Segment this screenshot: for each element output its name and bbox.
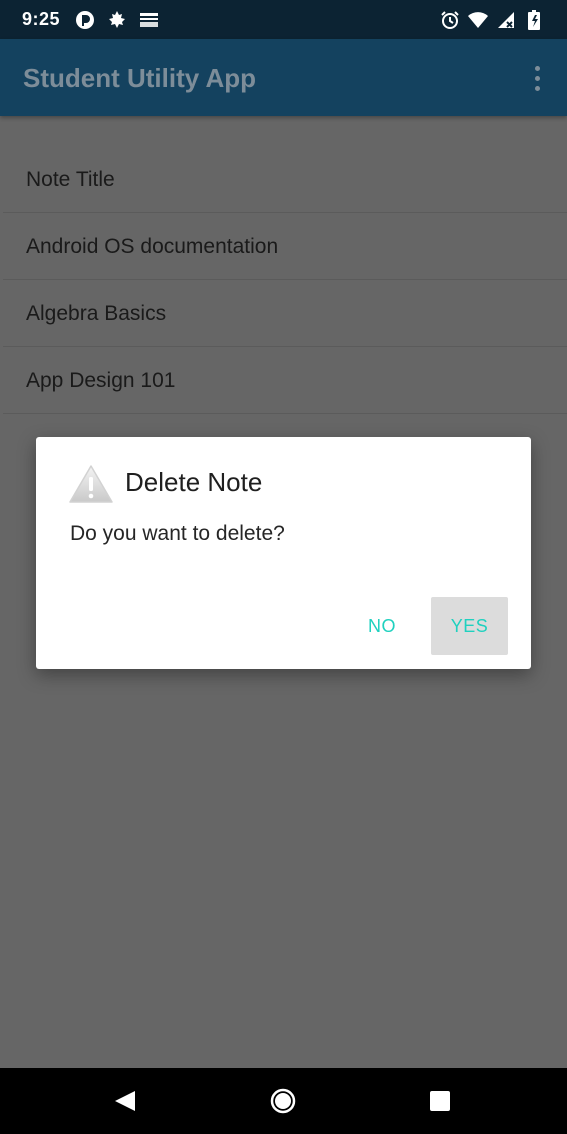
- status-bar: 9:25: [0, 0, 567, 39]
- battery-icon: [523, 9, 545, 31]
- note-title: Algebra Basics: [26, 302, 167, 325]
- note-list-item[interactable]: App Design 101: [3, 347, 567, 414]
- note-title: Android OS documentation: [26, 235, 279, 258]
- note-list: Note Title Android OS documentation Alge…: [0, 146, 567, 414]
- amazon-icon: [138, 9, 160, 31]
- dialog-title: Delete Note: [125, 467, 263, 497]
- wifi-icon: [467, 9, 489, 31]
- system-status-icons: [439, 9, 545, 31]
- recents-icon[interactable]: [429, 1090, 451, 1112]
- note-list-item[interactable]: Android OS documentation: [3, 213, 567, 280]
- signal-icon: [495, 9, 517, 31]
- navigation-bar: [0, 1068, 567, 1134]
- no-button[interactable]: NO: [347, 597, 417, 655]
- yes-button[interactable]: YES: [431, 597, 508, 655]
- delete-note-dialog: Delete Note Do you want to delete? NO YE…: [36, 437, 531, 669]
- app-bar: Student Utility App: [0, 39, 567, 116]
- pocket-casts-icon: [74, 9, 96, 31]
- menu-dot: [534, 85, 540, 91]
- back-icon[interactable]: [113, 1090, 137, 1112]
- alarm-icon: [439, 9, 461, 31]
- notification-icons: [74, 9, 160, 31]
- status-time: 9:25: [22, 9, 61, 29]
- dialog-message: Do you want to delete?: [70, 522, 285, 545]
- home-icon[interactable]: [270, 1088, 296, 1114]
- note-title: Note Title: [26, 168, 115, 191]
- menu-dot: [534, 65, 540, 71]
- maple-leaf-icon: [106, 9, 128, 31]
- note-list-item[interactable]: Note Title: [3, 146, 567, 213]
- note-title: App Design 101: [26, 369, 176, 392]
- warning-icon: [68, 464, 114, 504]
- note-list-item[interactable]: Algebra Basics: [3, 280, 567, 347]
- app-title: Student Utility App: [23, 63, 257, 93]
- overflow-menu-icon[interactable]: [525, 61, 549, 95]
- menu-dot: [534, 75, 540, 81]
